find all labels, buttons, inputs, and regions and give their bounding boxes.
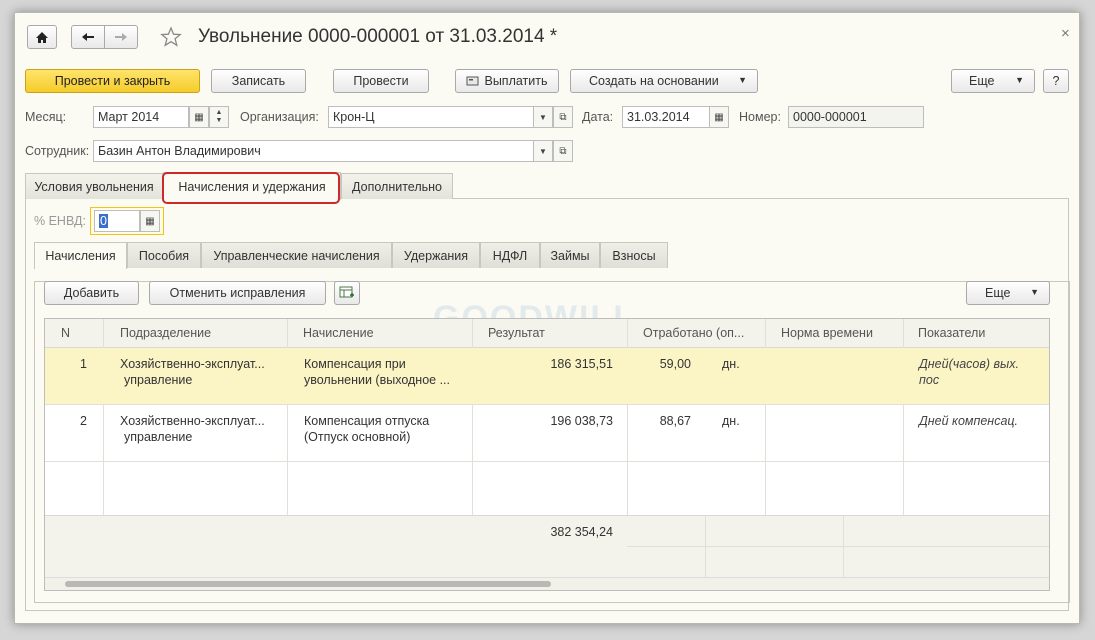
home-icon <box>36 31 48 43</box>
row-number: 2 <box>80 414 87 428</box>
more-button-label: Еще <box>969 74 995 88</box>
subtab-deductions[interactable]: Удержания <box>392 242 480 268</box>
indicator-cell: Дней компенсац. <box>919 414 1019 428</box>
pay-button[interactable]: Выплатить <box>455 69 559 93</box>
close-icon[interactable]: × <box>1061 25 1070 42</box>
subtab-loans[interactable]: Займы <box>540 242 600 268</box>
arrow-right-icon <box>115 33 127 41</box>
month-stepper[interactable]: ▲ ▼ <box>209 106 229 128</box>
col-department[interactable]: Подразделение <box>120 319 211 347</box>
document-window: Увольнение 0000-000001 от 31.03.2014 * ×… <box>14 12 1080 624</box>
result-total: 382 354,24 <box>550 525 613 539</box>
date-label: Дата: <box>582 110 614 124</box>
envd-label: % ЕНВД: <box>34 214 86 228</box>
result-cell: 196 038,73 <box>550 414 613 428</box>
subtab-contributions[interactable]: Взносы <box>600 242 668 268</box>
organization-label: Организация: <box>240 110 319 124</box>
department-cell: Хозяйственно-эксплуат... <box>120 357 265 371</box>
number-label: Номер: <box>739 110 781 124</box>
department-cell: Хозяйственно-эксплуат... <box>120 414 265 428</box>
row-number: 1 <box>80 357 87 371</box>
accruals-table: N Подразделение Начисление Результат Отр… <box>44 318 1050 591</box>
accrual-cell: Компенсация отпуска <box>304 414 430 428</box>
envd-value: 0 <box>99 214 108 228</box>
chevron-down-icon: ▼ <box>1030 287 1039 297</box>
number-field[interactable]: 0000-000001 <box>788 106 924 128</box>
scrollbar-thumb[interactable] <box>65 581 551 587</box>
worked-cell: 59,00 <box>659 357 691 371</box>
grid-more-button[interactable]: Еще ▼ <box>966 281 1050 305</box>
calendar-select-icon[interactable]: ▦ <box>189 106 209 128</box>
grid-more-label: Еще <box>985 286 1011 300</box>
unit-cell: дн. <box>722 414 740 428</box>
more-button[interactable]: Еще ▼ <box>951 69 1035 93</box>
add-button[interactable]: Добавить <box>44 281 139 305</box>
open-link-icon[interactable]: ⧉ <box>553 106 573 128</box>
window-title: Увольнение 0000-000001 от 31.03.2014 * <box>198 26 558 47</box>
worked-cell: 88,67 <box>659 414 691 428</box>
tab-additional[interactable]: Дополнительно <box>341 173 453 199</box>
department-cell-line2: управление <box>124 430 193 444</box>
open-link-icon[interactable]: ⧉ <box>553 140 573 162</box>
month-label: Месяц: <box>25 110 67 124</box>
dropdown-arrow-icon[interactable]: ▼ <box>533 140 553 162</box>
employee-label: Сотрудник: <box>25 144 90 158</box>
cancel-corrections-button[interactable]: Отменить исправления <box>149 281 326 305</box>
table-row[interactable]: 2 Хозяйственно-эксплуат... управление Ко… <box>45 405 1049 461</box>
employee-field[interactable]: Базин Антон Владимирович <box>93 140 534 162</box>
subtab-ndfl[interactable]: НДФЛ <box>480 242 540 268</box>
indicator-cell-line2: пос <box>919 373 940 387</box>
envd-field[interactable]: 0 <box>94 210 140 232</box>
accrual-cell: Компенсация при <box>304 357 406 371</box>
highlight-frame <box>162 172 340 204</box>
col-indicators[interactable]: Показатели <box>918 319 985 347</box>
col-time-norm[interactable]: Норма времени <box>781 319 873 347</box>
tab-dismissal-conditions[interactable]: Условия увольнения <box>25 173 163 199</box>
horizontal-scrollbar[interactable] <box>45 577 1049 590</box>
save-button[interactable]: Записать <box>211 69 306 93</box>
department-cell-line2: управление <box>124 373 193 387</box>
post-button[interactable]: Провести <box>333 69 429 93</box>
home-button[interactable] <box>27 25 57 49</box>
indicator-cell: Дней(часов) вых. <box>919 357 1019 371</box>
chevron-down-icon: ▼ <box>738 75 747 85</box>
back-button[interactable] <box>71 25 105 49</box>
payment-icon <box>466 76 479 86</box>
accrual-cell-line2: увольнении (выходное ... <box>304 373 450 387</box>
col-worked[interactable]: Отработано (оп... <box>643 319 744 347</box>
month-field[interactable]: Март 2014 <box>93 106 189 128</box>
unit-cell: дн. <box>722 357 740 371</box>
col-accrual[interactable]: Начисление <box>303 319 374 347</box>
arrow-left-icon <box>82 33 94 41</box>
date-field[interactable]: 31.03.2014 <box>622 106 710 128</box>
subtab-management-accruals[interactable]: Управленческие начисления <box>201 242 392 268</box>
accrual-cell-line2: (Отпуск основной) <box>304 430 411 444</box>
calculator-icon[interactable]: ▦ <box>140 210 160 232</box>
forward-button[interactable] <box>104 25 138 49</box>
col-n[interactable]: N <box>61 319 70 347</box>
favorite-star-icon[interactable] <box>160 26 182 51</box>
organization-field[interactable]: Крон-Ц <box>328 106 534 128</box>
create-based-on-button[interactable]: Создать на основании ▼ <box>570 69 758 93</box>
chevron-down-icon: ▼ <box>1015 75 1024 85</box>
result-cell: 186 315,51 <box>550 357 613 371</box>
table-row[interactable]: 1 Хозяйственно-эксплуат... управление Ко… <box>45 348 1049 404</box>
subtab-accruals[interactable]: Начисления <box>34 242 127 269</box>
table-add-icon[interactable] <box>334 281 360 305</box>
calendar-icon[interactable]: ▦ <box>709 106 729 128</box>
subtab-benefits[interactable]: Пособия <box>127 242 201 268</box>
col-result[interactable]: Результат <box>488 319 545 347</box>
help-button[interactable]: ? <box>1043 69 1069 93</box>
pay-button-label: Выплатить <box>484 74 548 88</box>
post-and-close-button[interactable]: Провести и закрыть <box>25 69 200 93</box>
create-based-on-label: Создать на основании <box>589 74 719 88</box>
dropdown-arrow-icon[interactable]: ▼ <box>533 106 553 128</box>
